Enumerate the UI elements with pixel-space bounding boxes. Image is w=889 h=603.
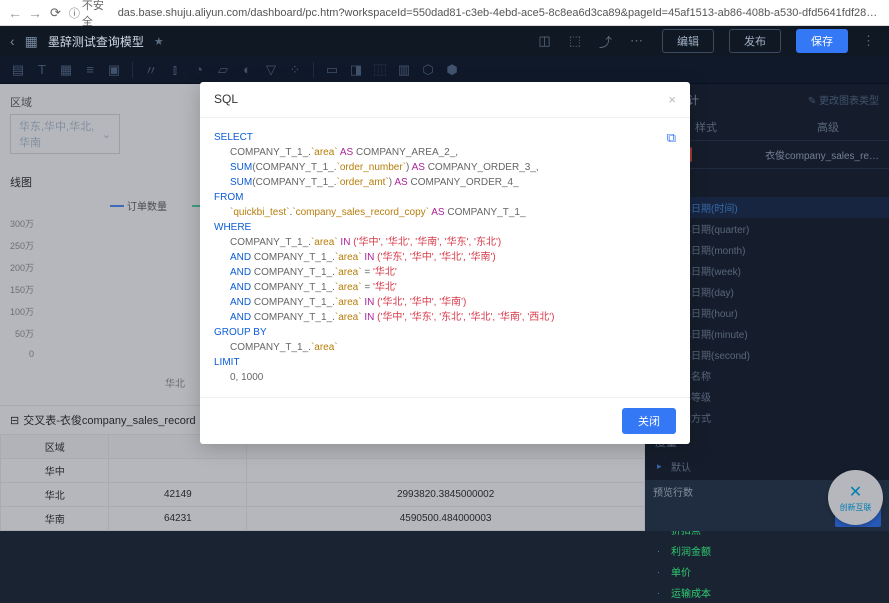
browser-bar: ← → ⟳ ⓘ 不安全 das.base.shuju.aliyun.com/da… bbox=[0, 0, 889, 26]
chart-icon: ▦ bbox=[25, 33, 38, 50]
close-button[interactable]: 关闭 bbox=[622, 408, 676, 434]
hdr-icon-more[interactable]: ⋯ bbox=[630, 33, 643, 49]
publish-button[interactable]: 发布 bbox=[729, 29, 781, 53]
forward-icon[interactable]: → bbox=[28, 5, 42, 21]
app-header: ‹ ▦ 墨辞测试查询模型 ★ ◫ ⬚ ⤴ ⋯ 编辑 发布 保存 ⋮ bbox=[0, 26, 889, 56]
close-icon[interactable]: × bbox=[668, 92, 676, 107]
hdr-icon-end[interactable]: ⋮ bbox=[862, 33, 875, 49]
url-text: das.base.shuju.aliyun.com/dashboard/pc.h… bbox=[118, 7, 880, 19]
favorite-icon[interactable]: ★ bbox=[154, 35, 164, 48]
modal-title: SQL bbox=[214, 92, 238, 107]
sql-modal: SQL × ⧉ SELECT COMPANY_T_1_.`area` AS CO… bbox=[200, 82, 690, 444]
nav-arrows: ← → bbox=[8, 5, 42, 21]
metric-item[interactable]: ·利润金额 bbox=[645, 540, 889, 561]
edit-button[interactable]: 编辑 bbox=[662, 29, 714, 53]
metric-item[interactable]: ·单价 bbox=[645, 561, 889, 582]
hdr-icon-1[interactable]: ◫ bbox=[538, 33, 550, 49]
save-button[interactable]: 保存 bbox=[796, 29, 848, 53]
url-box[interactable]: ⓘ 不安全 das.base.shuju.aliyun.com/dashboar… bbox=[69, 0, 880, 29]
hdr-icon-2[interactable]: ⬚ bbox=[569, 33, 581, 49]
sql-body: ⧉ SELECT COMPANY_T_1_.`area` AS COMPANY_… bbox=[200, 118, 690, 397]
copy-icon[interactable]: ⧉ bbox=[667, 128, 676, 148]
page-title: 墨辞测试查询模型 bbox=[48, 33, 144, 50]
refresh-icon[interactable]: ⟳ bbox=[50, 5, 61, 21]
insecure-badge: ⓘ 不安全 bbox=[69, 0, 114, 29]
app-back-icon[interactable]: ‹ bbox=[10, 33, 15, 49]
metric-item[interactable]: ·运输成本 bbox=[645, 582, 889, 603]
back-icon[interactable]: ← bbox=[8, 5, 22, 21]
hdr-icon-share[interactable]: ⤴ bbox=[599, 32, 612, 51]
